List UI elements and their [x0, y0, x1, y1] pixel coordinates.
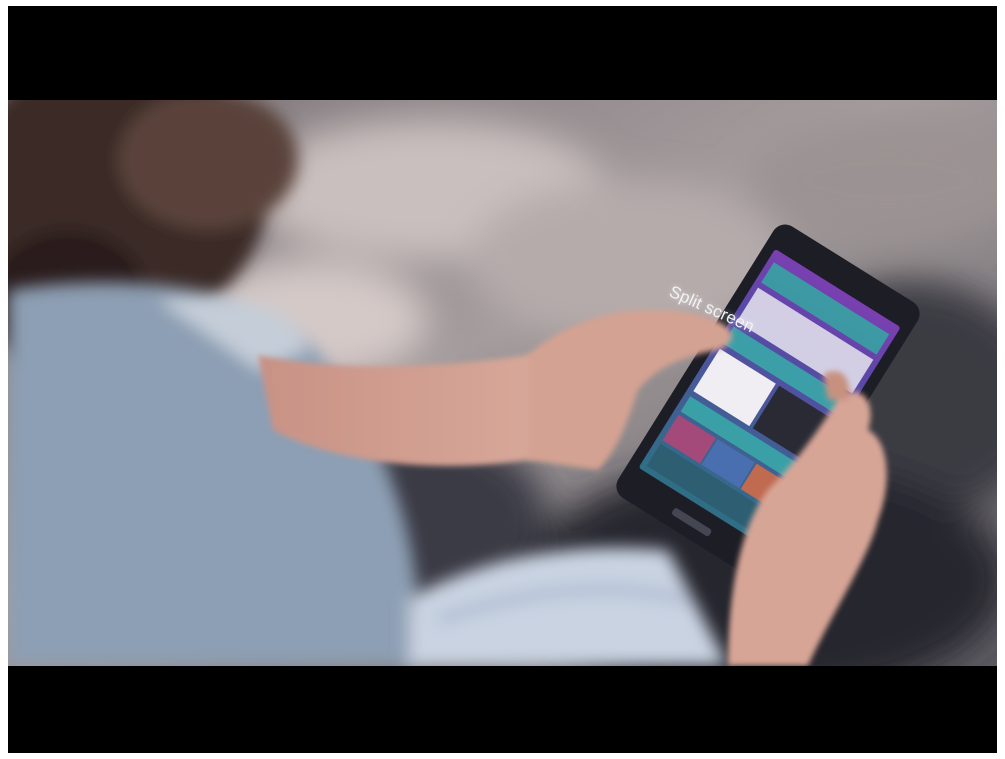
video-frame: Split screen [8, 6, 997, 753]
video-scene: Split screen [8, 100, 997, 666]
letterbox-bottom [8, 666, 997, 753]
letterbox-top [8, 6, 997, 100]
scene-illustration [8, 100, 997, 666]
